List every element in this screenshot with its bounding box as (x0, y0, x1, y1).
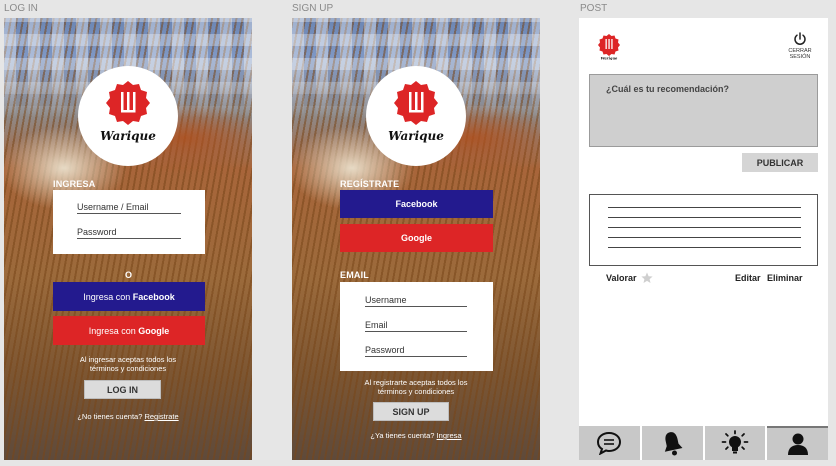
no-account-row: ¿No tienes cuenta? Registrate (58, 412, 198, 421)
app-logo-small-icon: Warique (598, 34, 620, 60)
tab-notifications[interactable] (641, 426, 705, 460)
post-line (608, 217, 801, 218)
post-line (608, 207, 801, 208)
signup-screen: Warique REGÍSTRATE Facebook Google EMAIL… (292, 18, 540, 460)
post-line (608, 227, 801, 228)
logo-badge-icon (394, 81, 438, 125)
no-account-text: ¿No tienes cuenta? (77, 412, 143, 421)
signup-button[interactable]: SIGN UP (373, 402, 449, 421)
logo-wordmark: Warique (388, 129, 444, 143)
google-signup-button[interactable]: Google (340, 224, 493, 252)
power-icon (794, 32, 806, 45)
username-input[interactable]: Username (365, 295, 467, 307)
login-section-label: INGRESA (53, 179, 96, 189)
logo-badge-icon (106, 81, 150, 125)
logo-wordmark: Warique (100, 129, 156, 143)
email-input[interactable]: Email (365, 320, 467, 332)
star-icon[interactable] (640, 272, 653, 284)
post-screen: Warique CERRAR SESIÓN ¿Cuál es tu recome… (579, 18, 828, 460)
tab-chat[interactable] (579, 426, 642, 460)
google-login-prefix: Ingresa con (88, 325, 139, 336)
user-icon (787, 433, 808, 455)
app-logo: Warique (366, 66, 466, 166)
svg-text:Warique: Warique (601, 57, 618, 61)
have-account-text: ¿Ya tienes cuenta? (370, 431, 435, 440)
recommendation-input[interactable]: ¿Cuál es tu recomendación? (589, 74, 818, 147)
login-form: Username / Email Password (53, 190, 205, 254)
signup-terms-text: Al registrarte aceptas todos los término… (364, 378, 468, 396)
frame-label-login: LOG IN (4, 3, 38, 14)
register-link[interactable]: Registrate (144, 412, 178, 421)
tab-profile[interactable] (767, 426, 828, 460)
facebook-signup-button[interactable]: Facebook (340, 190, 493, 218)
edit-button[interactable]: Editar (735, 273, 761, 283)
bell-icon (664, 432, 683, 456)
tab-ideas[interactable] (704, 426, 768, 460)
app-logo: Warique (78, 66, 178, 166)
rate-label: Valorar (606, 273, 637, 283)
login-button[interactable]: LOG IN (84, 380, 161, 399)
facebook-login-prefix: Ingresa con (83, 291, 133, 302)
email-section-label: EMAIL (340, 270, 369, 280)
google-login-brand: Google (138, 325, 170, 336)
password-input[interactable]: Password (77, 227, 181, 239)
post-card (589, 194, 818, 266)
publish-button[interactable]: PUBLICAR (742, 153, 818, 172)
username-input[interactable]: Username / Email (77, 202, 181, 214)
login-link[interactable]: Ingresa (437, 431, 462, 440)
login-screen: Warique INGRESA Username / Email Passwor… (4, 18, 252, 460)
frame-label-signup: SIGN UP (292, 3, 334, 14)
login-terms-text: Al ingresar aceptas todos los términos y… (79, 355, 177, 373)
lightbulb-icon (721, 430, 749, 454)
post-line (608, 237, 801, 238)
chat-icon (597, 431, 622, 455)
post-line (608, 247, 801, 248)
rate-control[interactable]: Valorar (606, 272, 653, 284)
delete-button[interactable]: Eliminar (767, 273, 803, 283)
password-input[interactable]: Password (365, 345, 467, 357)
or-divider: O (125, 270, 133, 280)
facebook-login-button[interactable]: Ingresa con Facebook (53, 282, 205, 311)
have-account-row: ¿Ya tienes cuenta? Ingresa (346, 431, 486, 440)
logout-button[interactable]: CERRAR SESIÓN (780, 32, 820, 60)
facebook-login-brand: Facebook (132, 291, 175, 302)
logout-label: CERRAR SESIÓN (788, 48, 812, 60)
frame-label-post: POST (580, 3, 608, 14)
bottom-tab-bar (579, 426, 828, 460)
signup-section-label: REGÍSTRATE (340, 179, 400, 189)
google-login-button[interactable]: Ingresa con Google (53, 316, 205, 345)
signup-form: Username Email Password (340, 282, 493, 371)
